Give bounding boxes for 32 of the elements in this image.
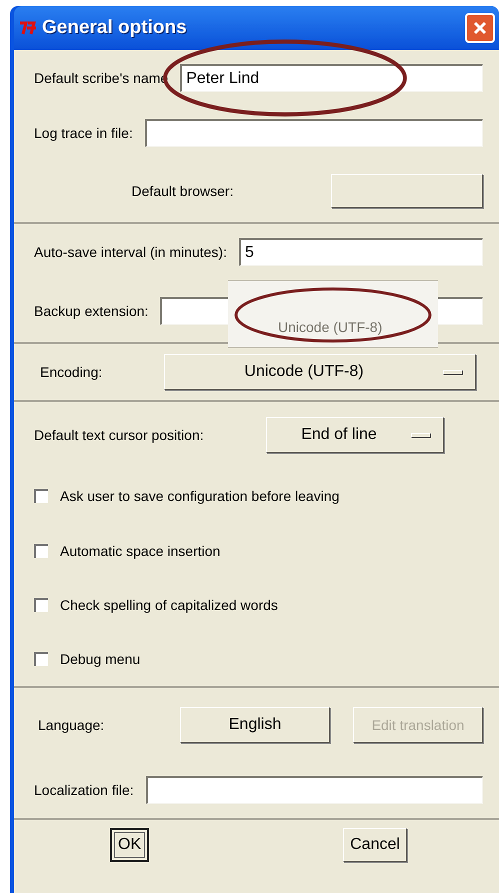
ok-button[interactable]: OK bbox=[110, 828, 150, 862]
field-label: Backup extension: bbox=[34, 302, 148, 321]
field-label: Log trace in file: bbox=[34, 124, 133, 143]
browser-button[interactable] bbox=[331, 174, 483, 208]
field-label: Localization file: bbox=[34, 780, 134, 800]
checkbox-label: Check spelling of capitalized words bbox=[60, 596, 278, 615]
menu-indicator-icon bbox=[411, 432, 431, 438]
field-label: Auto-save interval (in minutes): bbox=[34, 242, 227, 262]
checkbox[interactable] bbox=[34, 652, 48, 666]
field-label: Language: bbox=[37, 716, 106, 735]
checkbox-label: Automatic space insertion bbox=[60, 542, 220, 561]
checkbox[interactable] bbox=[34, 598, 48, 612]
option-label: Unicode (UTF-8) bbox=[278, 318, 382, 337]
text-field[interactable]: Peter Lind bbox=[180, 64, 483, 92]
text-field[interactable]: 5 bbox=[238, 238, 483, 266]
checkbox-label: Ask user to save configuration before leaving bbox=[60, 486, 340, 506]
window-title: General options bbox=[42, 16, 187, 40]
dropdown-menu[interactable]: End of line bbox=[266, 417, 444, 453]
cancel-button[interactable]: Cancel bbox=[343, 828, 407, 862]
checkbox[interactable] bbox=[34, 544, 48, 558]
dropdown-menu[interactable]: Unicode (UTF-8) bbox=[164, 354, 476, 390]
text-field[interactable] bbox=[144, 119, 483, 147]
text-field[interactable] bbox=[146, 776, 483, 804]
checkbox-label: Debug menu bbox=[60, 650, 140, 669]
close-icon bbox=[472, 20, 488, 36]
field-label: Encoding: bbox=[39, 362, 104, 382]
checkbox[interactable] bbox=[34, 489, 48, 503]
field-label: Default browser: bbox=[130, 182, 234, 200]
menu-indicator-icon bbox=[443, 370, 463, 374]
close-button[interactable] bbox=[465, 13, 495, 43]
language-button[interactable]: English bbox=[180, 707, 330, 743]
field-label: Default text cursor position: bbox=[34, 426, 205, 445]
